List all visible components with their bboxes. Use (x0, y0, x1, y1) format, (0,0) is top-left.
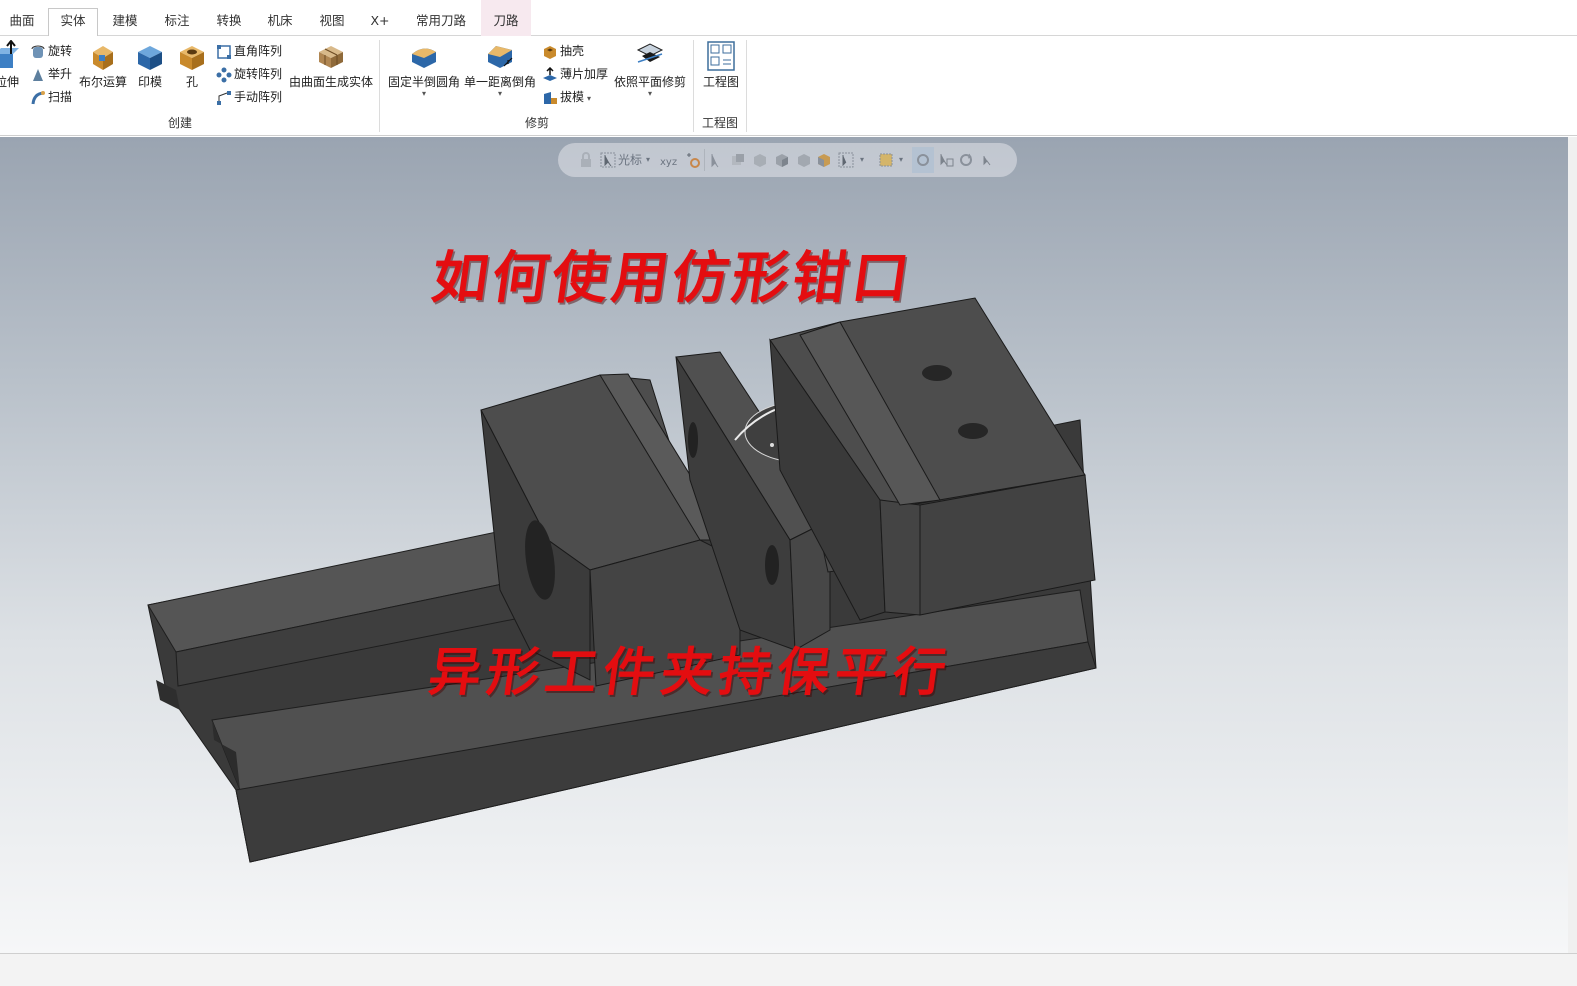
undo-select-icon[interactable] (980, 152, 996, 168)
cursor-select-icon[interactable] (600, 152, 616, 168)
tab-transform[interactable]: 转换 (205, 10, 253, 36)
tab-toolpaths[interactable]: 刀路 (481, 0, 531, 36)
extrude-button[interactable]: 拉伸 (0, 40, 22, 90)
select-solid-icon[interactable] (752, 152, 768, 168)
hole-icon (180, 46, 204, 70)
loft-icon (33, 68, 43, 81)
distance-chamfer-button[interactable]: 单一距离倒角 ▾ (463, 40, 537, 98)
tab-surface[interactable]: 曲面 (0, 10, 44, 36)
manual-pattern-button[interactable]: 手动阵列 (216, 87, 282, 107)
impression-icon (138, 46, 162, 70)
ribbon-separator (746, 40, 747, 132)
chamfer-dropdown-arrow[interactable]: ▾ (463, 90, 537, 98)
shell-button[interactable]: 抽壳 (542, 41, 584, 61)
rect-pattern-button[interactable]: 直角阵列 (216, 41, 282, 61)
extrude-icon (0, 40, 19, 68)
boolean-button[interactable]: 布尔运算 (78, 40, 128, 90)
overlay-title: 如何使用仿形钳口 (427, 245, 918, 311)
cursor-label[interactable]: 光标 (618, 151, 642, 168)
boolean-icon (93, 46, 113, 70)
draft-button[interactable]: 拔模 ▾ (542, 87, 591, 107)
graphics-viewport[interactable]: 光标 ▾ xyz ▾ ▾ 如何使用仿形钳口 异形工件夹持保平行 (0, 137, 1568, 953)
rotate-pattern-icon (216, 67, 232, 82)
select-back-face-icon[interactable] (816, 152, 832, 168)
tab-machine[interactable]: 机床 (257, 10, 303, 36)
chamfer-icon (488, 46, 513, 68)
sweep-button[interactable]: 扫描 (30, 87, 72, 107)
point-snap-icon[interactable] (684, 152, 700, 168)
draft-dropdown-arrow[interactable]: ▾ (587, 94, 591, 103)
manual-pattern-icon (217, 90, 231, 105)
tab-view[interactable]: 视图 (309, 10, 355, 36)
select-chain-icon[interactable] (730, 152, 746, 168)
window-select-icon[interactable] (878, 152, 894, 168)
xyz-snap-label[interactable]: xyz (660, 157, 677, 168)
select-dropdown-arrow[interactable]: ▾ (860, 155, 864, 164)
view-toolbar: 光标 ▾ xyz ▾ ▾ (558, 143, 1017, 177)
select-arrow-icon[interactable] (708, 152, 724, 168)
ribbon-panel: 拉伸 旋转 举升 扫描 布尔运算 印模 孔 直角阵列 旋转阵列 手动阵列 由曲面… (0, 36, 1577, 136)
sweep-icon (31, 90, 45, 104)
rotate-select-icon[interactable] (958, 152, 974, 168)
solid-from-surface-icon (319, 46, 343, 68)
trim-dropdown-arrow[interactable]: ▾ (612, 90, 688, 98)
group-label-modify: 修剪 (524, 116, 549, 130)
overlay-subtitle: 异形工件夹持保平行 (425, 642, 956, 703)
group-label-drawing: 工程图 (701, 116, 738, 130)
select-face-icon[interactable] (774, 152, 790, 168)
select-body-icon[interactable] (796, 152, 812, 168)
constant-fillet-button[interactable]: 固定半倒圆角 ▾ (386, 40, 462, 98)
thicken-button[interactable]: 薄片加厚 (542, 64, 608, 84)
solid-from-surface-button[interactable]: 由曲面生成实体 (288, 40, 374, 90)
hidden-select-icon[interactable] (915, 152, 931, 168)
ribbon-separator (693, 40, 694, 132)
window-dropdown-arrow[interactable]: ▾ (899, 155, 903, 164)
group-label-create: 创建 (167, 116, 192, 130)
thicken-icon (543, 66, 557, 81)
rect-pattern-icon (217, 44, 231, 59)
shell-icon (544, 45, 556, 59)
tab-common-toolpaths[interactable]: 常用刀路 (408, 10, 474, 36)
impression-button[interactable]: 印模 (133, 40, 167, 90)
revolve-button[interactable]: 旋转 (30, 41, 72, 61)
tab-xplus[interactable]: X+ (362, 10, 398, 36)
fillet-dropdown-arrow[interactable]: ▾ (386, 90, 462, 98)
viewport-scrollbar[interactable] (1568, 137, 1577, 953)
rotate-pattern-button[interactable]: 旋转阵列 (216, 64, 282, 84)
tab-annotate[interactable]: 标注 (154, 10, 200, 36)
tab-solid[interactable]: 实体 (48, 8, 98, 37)
toolbar-separator (704, 149, 705, 171)
revolve-icon (31, 45, 45, 58)
drawing-layout-button[interactable]: 工程图 (700, 40, 742, 90)
fillet-icon (412, 48, 436, 68)
lock-icon[interactable] (578, 152, 594, 168)
draft-icon (544, 91, 557, 104)
trim-to-plane-icon (636, 43, 664, 63)
status-bar (0, 953, 1577, 986)
tab-model[interactable]: 建模 (102, 10, 148, 36)
cursor-dropdown-arrow[interactable]: ▾ (646, 155, 650, 164)
loft-button[interactable]: 举升 (30, 64, 72, 84)
select-last-icon[interactable] (938, 152, 954, 168)
drawing-layout-icon (707, 41, 735, 71)
ribbon-separator (379, 40, 380, 132)
verify-select-icon[interactable] (838, 152, 854, 168)
hole-button[interactable]: 孔 (176, 40, 208, 90)
trim-to-plane-button[interactable]: 依照平面修剪 ▾ (612, 40, 688, 98)
ribbon-tab-bar: 曲面 实体 建模 标注 转换 机床 视图 X+ 常用刀路 刀路 (0, 0, 1577, 37)
